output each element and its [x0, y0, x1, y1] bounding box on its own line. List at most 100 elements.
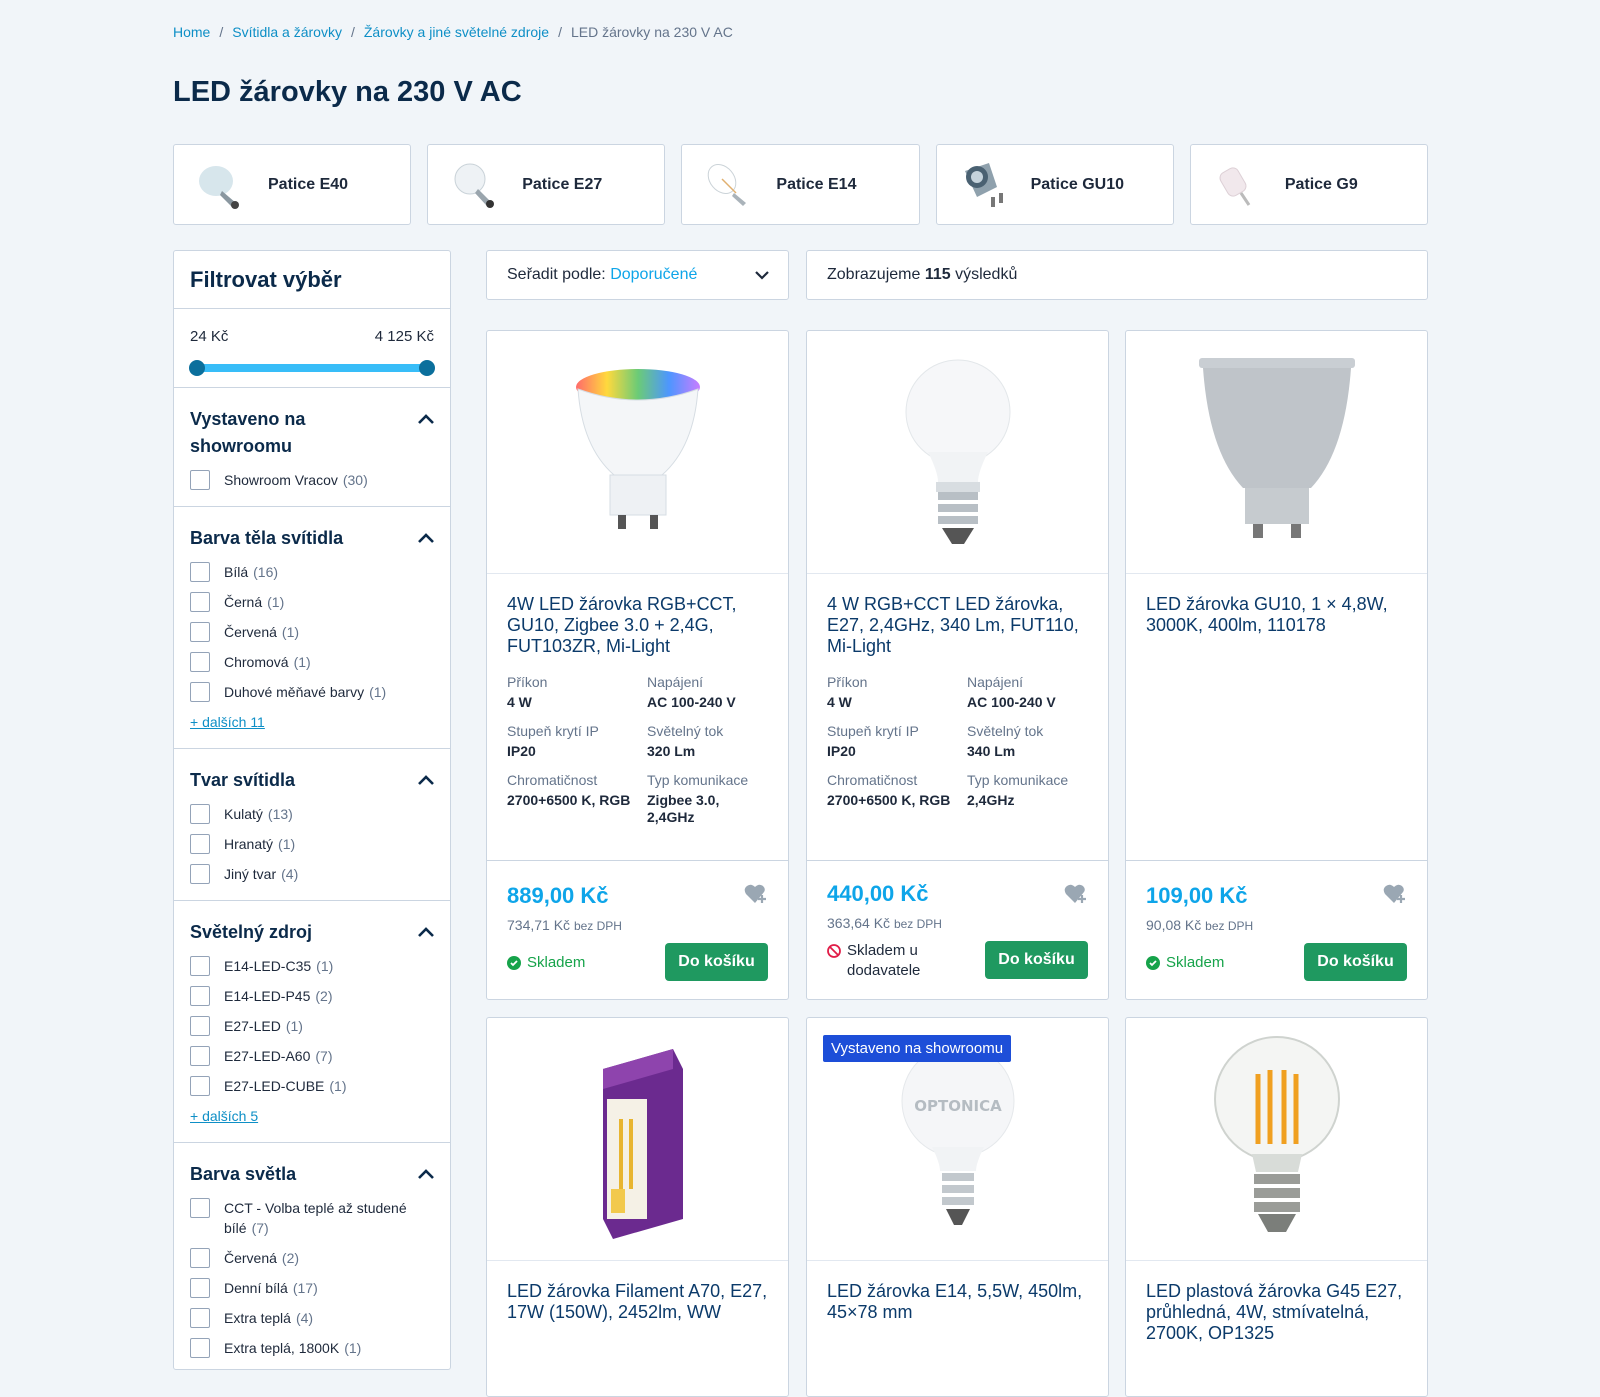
buy-box: 109,00 Kč 90,08 Kč bez DPH Skladem Do ko…: [1126, 860, 1427, 999]
add-to-cart-button[interactable]: Do košíku: [985, 941, 1088, 979]
chevron-up-icon[interactable]: [416, 1167, 436, 1181]
product-name[interactable]: LED žárovka Filament A70, E27, 17W (150W…: [487, 1261, 788, 1323]
checkbox[interactable]: [190, 592, 210, 612]
product-card[interactable]: LED žárovka Filament A70, E27, 17W (150W…: [486, 1017, 789, 1397]
filter-section-light-source: Světelný zdroj E14-LED-C35 (1) E14-LED-P4…: [174, 901, 450, 1143]
checkbox[interactable]: [190, 1016, 210, 1036]
checkbox[interactable]: [190, 562, 210, 582]
product-card[interactable]: LED plastová žárovka G45 E27, průhledná,…: [1125, 1017, 1428, 1397]
product-name[interactable]: 4W LED žárovka RGB+CCT, GU10, Zigbee 3.0…: [487, 574, 788, 657]
price-net: 90,08 Kč bez DPH: [1146, 917, 1254, 933]
category-tiles: Patice E40 Patice E27 Patice E14 Patice …: [173, 144, 1429, 225]
checkbox[interactable]: [190, 864, 210, 884]
filter-section-showroom: Vystaveno na showroomu Showroom Vracov (3…: [174, 388, 450, 507]
filter-option[interactable]: Denní bílá (17): [190, 1278, 434, 1298]
product-card[interactable]: Vystaveno na showroomu OPTONICA LED žáro…: [806, 1017, 1109, 1397]
checkbox[interactable]: [190, 1248, 210, 1268]
checkbox[interactable]: [190, 652, 210, 672]
filter-option[interactable]: Červená (1): [190, 622, 434, 642]
category-e14[interactable]: Patice E14: [681, 144, 920, 225]
gu10-rgb-bulb-icon: [575, 369, 700, 529]
checkbox[interactable]: [190, 1278, 210, 1298]
chevron-up-icon[interactable]: [416, 531, 436, 545]
product-name[interactable]: LED plastová žárovka G45 E27, průhledná,…: [1126, 1261, 1427, 1344]
filter-option[interactable]: Duhové měňavé barvy (1): [190, 682, 434, 702]
breadcrumb-zarovky[interactable]: Žárovky a jiné světelné zdroje: [364, 24, 549, 40]
add-to-cart-button[interactable]: Do košíku: [665, 943, 768, 981]
category-gu10[interactable]: Patice GU10: [935, 144, 1174, 225]
category-e40[interactable]: Patice E40: [173, 144, 412, 225]
sort-select[interactable]: Seřadit podle: Doporučené: [486, 250, 789, 300]
product-image[interactable]: Vystaveno na showroomu OPTONICA: [807, 1018, 1108, 1261]
page-title: LED žárovky na 230 V AC: [173, 76, 522, 108]
wishlist-heart-icon[interactable]: [1383, 883, 1407, 905]
product-image[interactable]: [807, 331, 1108, 574]
product-name[interactable]: LED žárovka E14, 5,5W, 450lm, 45×78 mm: [807, 1261, 1108, 1323]
price: 440,00 Kč: [827, 881, 929, 906]
show-more-link[interactable]: + dalších 5: [190, 1108, 258, 1124]
filter-section-title: Barva těla svítidla: [190, 528, 344, 548]
svg-text:OPTONICA: OPTONICA: [914, 1097, 1002, 1115]
product-image[interactable]: [1126, 331, 1427, 574]
show-more-link[interactable]: + dalších 11: [190, 714, 265, 730]
price: 889,00 Kč: [507, 883, 609, 908]
breadcrumb-current: LED žárovky na 230 V AC: [570, 24, 733, 40]
product-specs: Příkon 4 W Napájení AC 100-240 V Stupeň kr…: [827, 674, 1069, 808]
price-slider-track[interactable]: [197, 364, 427, 372]
filter-section-title: Barva světla: [190, 1164, 297, 1184]
breadcrumb-svitidla[interactable]: Svítidla a žárovky: [232, 24, 342, 40]
price-net: 734,71 Kč bez DPH: [507, 917, 622, 933]
product-name[interactable]: LED žárovka GU10, 1 × 4,8W, 3000K, 400lm…: [1126, 574, 1427, 636]
filter-title: Filtrovat výběr: [174, 251, 450, 309]
chevron-up-icon[interactable]: [416, 773, 436, 787]
checkbox[interactable]: [190, 1046, 210, 1066]
category-g9[interactable]: Patice G9: [1189, 144, 1429, 225]
category-e27[interactable]: Patice E27: [427, 144, 666, 225]
product-card[interactable]: 4W LED žárovka RGB+CCT, GU10, Zigbee 3.0…: [486, 330, 789, 1000]
filter-option[interactable]: Hranatý (1): [190, 834, 434, 854]
price-slider-min-handle[interactable]: [189, 360, 205, 376]
product-name[interactable]: 4 W RGB+CCT LED žárovka, E27, 2,4GHz, 34…: [807, 574, 1108, 657]
price-slider-max-handle[interactable]: [419, 360, 435, 376]
gu10-bulb-icon: [1198, 358, 1355, 538]
checkbox[interactable]: [190, 1308, 210, 1328]
filter-option[interactable]: Jiný tvar (4): [190, 864, 434, 884]
chevron-up-icon[interactable]: [416, 925, 436, 939]
filter-option[interactable]: E14-LED-C35 (1): [190, 956, 434, 976]
checkbox[interactable]: [190, 986, 210, 1006]
filter-option[interactable]: E27-LED-A60 (7): [190, 1046, 434, 1066]
filter-option[interactable]: E27-LED (1): [190, 1016, 434, 1036]
checkbox[interactable]: [190, 1338, 210, 1358]
filter-option[interactable]: Červená (2): [190, 1248, 434, 1268]
checkbox[interactable]: [190, 1076, 210, 1096]
filter-option[interactable]: E14-LED-P45 (2): [190, 986, 434, 1006]
wishlist-heart-icon[interactable]: [744, 883, 768, 905]
product-card[interactable]: LED žárovka GU10, 1 × 4,8W, 3000K, 400lm…: [1125, 330, 1428, 1000]
checkbox[interactable]: [190, 622, 210, 642]
filter-option[interactable]: E27-LED-CUBE (1): [190, 1076, 434, 1096]
checkbox[interactable]: [190, 956, 210, 976]
filter-option[interactable]: Chromová (1): [190, 652, 434, 672]
filter-option[interactable]: CCT - Volba teplé až studené bílé (7): [190, 1198, 434, 1238]
filter-option[interactable]: Showroom Vracov (30): [190, 470, 434, 490]
product-image[interactable]: [487, 331, 788, 574]
product-image[interactable]: [1126, 1018, 1427, 1261]
product-image[interactable]: [487, 1018, 788, 1261]
checkbox[interactable]: [190, 804, 210, 824]
filter-option[interactable]: Extra teplá (4): [190, 1308, 434, 1328]
checkbox[interactable]: [190, 834, 210, 854]
product-card[interactable]: 4 W RGB+CCT LED žárovka, E27, 2,4GHz, 34…: [806, 330, 1109, 1000]
breadcrumb-home[interactable]: Home: [173, 24, 210, 40]
wishlist-heart-icon[interactable]: [1064, 883, 1088, 905]
checkbox[interactable]: [190, 682, 210, 702]
chevron-up-icon[interactable]: [416, 412, 436, 426]
checkbox[interactable]: [190, 470, 210, 490]
filter-option[interactable]: Extra teplá, 1800K (1): [190, 1338, 434, 1358]
results-count: Zobrazujeme 115 výsledků: [806, 250, 1428, 300]
checkbox[interactable]: [190, 1198, 210, 1218]
filter-option[interactable]: Bílá (16): [190, 562, 434, 582]
add-to-cart-button[interactable]: Do košíku: [1304, 943, 1407, 981]
stock-status: Skladem: [507, 953, 585, 973]
filter-option[interactable]: Kulatý (13): [190, 804, 434, 824]
filter-option[interactable]: Černá (1): [190, 592, 434, 612]
